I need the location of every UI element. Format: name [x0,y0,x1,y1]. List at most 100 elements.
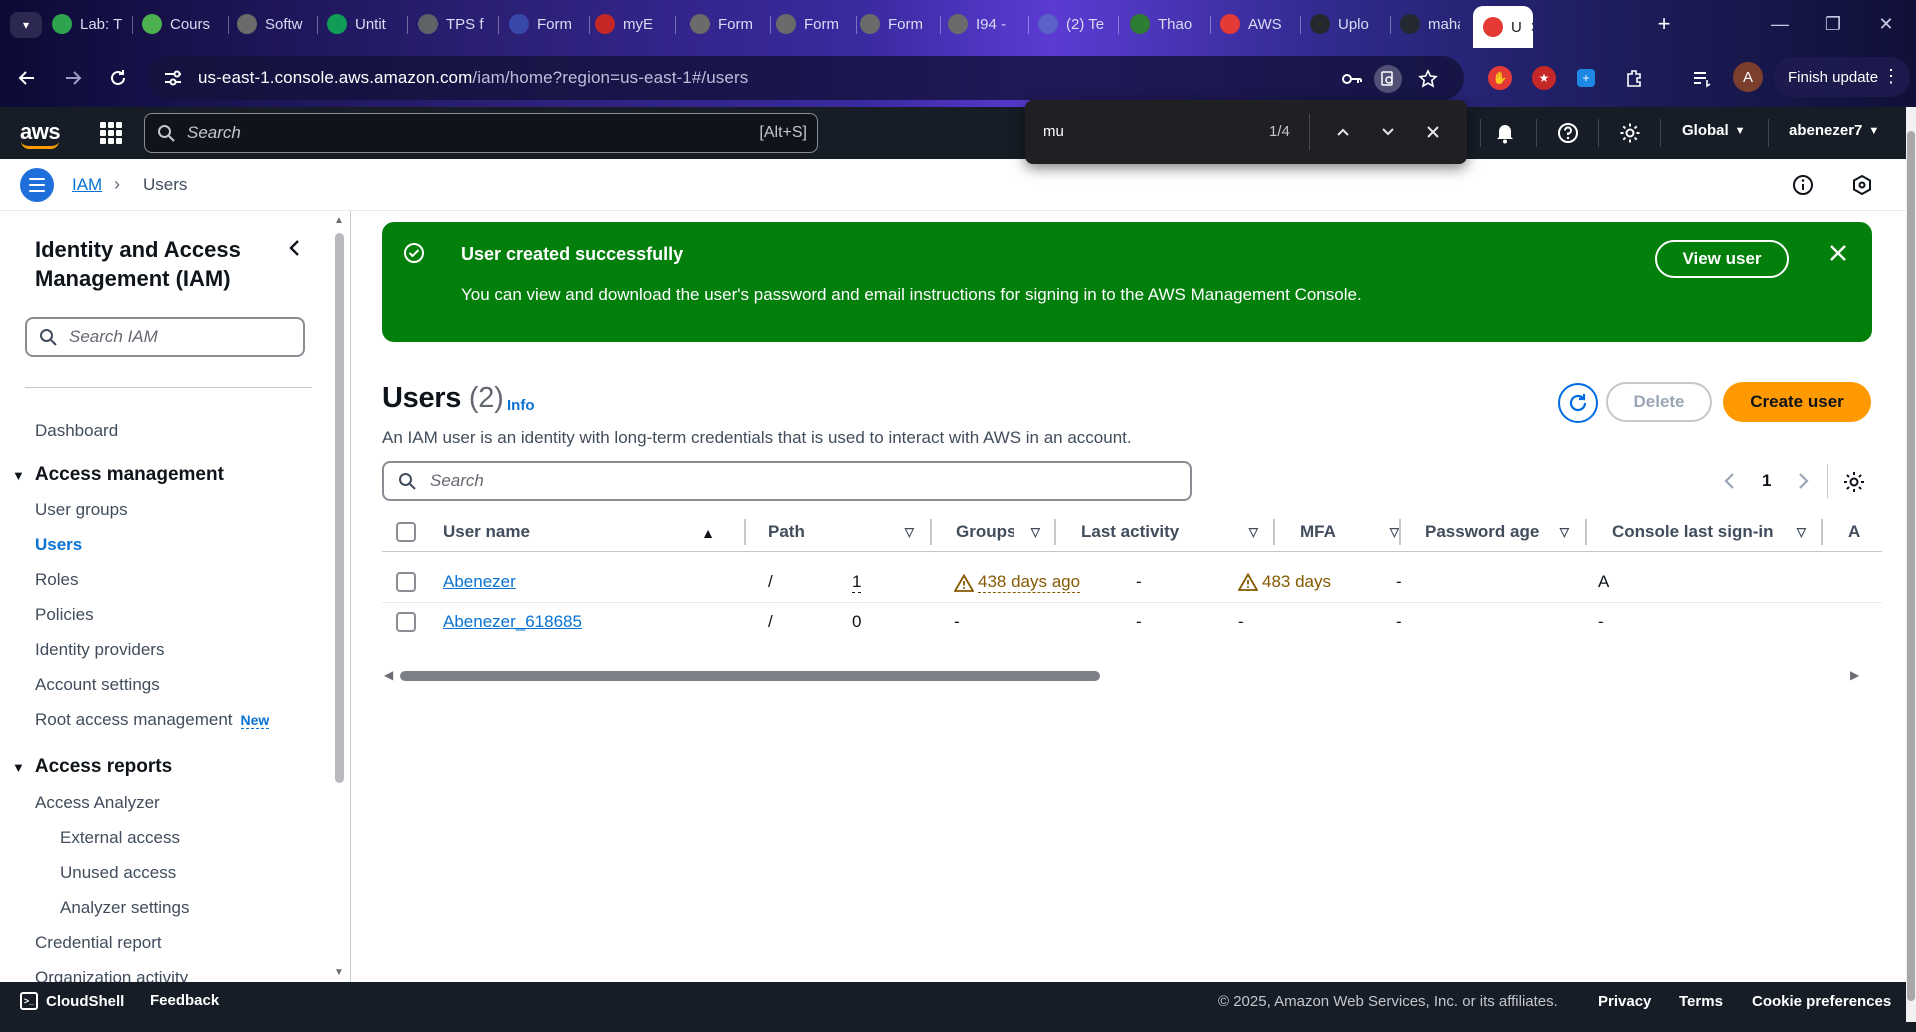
browser-tab[interactable]: Cours [142,10,220,38]
sidebar-item-user-groups[interactable]: User groups [35,500,128,520]
browser-tab[interactable]: Form [690,10,762,38]
bookmark-star-icon[interactable] [1416,67,1440,91]
help-icon[interactable] [1555,120,1581,146]
column-resizer[interactable] [744,519,746,545]
close-icon[interactable] [1826,241,1850,265]
table-horizontal-scrollbar[interactable]: ◀ ▶ [382,668,1882,688]
adblock-extension-icon[interactable]: ✋ [1488,66,1512,90]
find-query-input[interactable]: mu [1043,123,1064,140]
cookie-preferences-link[interactable]: Cookie preferences [1752,993,1891,1010]
column-resizer[interactable] [1054,519,1056,545]
info-link[interactable]: Info [507,397,535,414]
password-key-icon[interactable] [1340,67,1364,91]
user-name-link[interactable]: Abenezer_618685 [443,612,582,632]
sidebar-item-identity-providers[interactable]: Identity providers [35,640,164,660]
page-scroll-thumb[interactable] [1907,131,1915,1001]
privacy-link[interactable]: Privacy [1598,993,1651,1010]
column-resizer[interactable] [1273,519,1275,545]
browser-tab[interactable]: maha [1400,10,1460,38]
browser-tab[interactable]: Lab: T [52,10,124,38]
sidebar-item-credential-report[interactable]: Credential report [35,933,162,953]
users-search-input[interactable]: Search [382,461,1192,501]
puzzle-extension-icon[interactable]: + [1577,69,1595,87]
forward-button[interactable] [57,62,89,94]
sidebar-scrollbar[interactable]: ▲ ▼ [332,211,348,982]
region-selector[interactable]: Global ▼ [1682,122,1746,139]
minimize-button[interactable]: — [1760,10,1800,38]
scroll-down-icon[interactable]: ▼ [334,967,344,978]
browser-tab[interactable]: Form [860,10,932,38]
browser-tab[interactable]: U✕ [1473,6,1533,48]
sidebar-item-organization-activity[interactable]: Organization activity [35,968,188,982]
column-header-password-age[interactable]: Password age ▽ [1425,513,1569,551]
page-number[interactable]: 1 [1762,471,1771,491]
new-tab-button[interactable]: + [1650,10,1678,38]
sidebar-section-access-reports[interactable]: ▼ Access reports [12,756,172,778]
browser-tab[interactable]: Uplo [1310,10,1382,38]
sidebar-item-account-settings[interactable]: Account settings [35,675,160,695]
create-user-button[interactable]: Create user [1723,382,1871,422]
sidebar-item-analyzer-settings[interactable]: Analyzer settings [60,898,189,918]
browser-tab[interactable]: Form [776,10,848,38]
cell-groups[interactable]: 1 [852,572,862,593]
column-resizer[interactable] [1585,519,1587,545]
horizontal-scroll-thumb[interactable] [400,671,1100,681]
select-all-checkbox[interactable] [396,522,416,542]
security-hexagon-icon[interactable] [1850,173,1874,197]
cloudshell-button[interactable]: >_ CloudShell [20,992,124,1010]
sidebar-item-users[interactable]: Users [35,535,82,555]
extensions-icon[interactable] [1622,66,1646,90]
cell-last-activity[interactable]: 438 days ago [954,572,1081,593]
reload-button[interactable] [102,62,134,94]
browser-tab[interactable]: Thao [1130,10,1202,38]
sidebar-scroll-thumb[interactable] [335,233,344,783]
browser-tab[interactable]: Untit [327,10,399,38]
sidebar-item-unused-access[interactable]: Unused access [60,863,176,883]
menu-toggle-button[interactable] [20,168,54,202]
breadcrumb-iam[interactable]: IAM [72,175,102,195]
flag-extension-icon[interactable]: ★ [1532,66,1556,90]
find-in-page-icon[interactable] [1374,65,1402,93]
info-circle-icon[interactable] [1791,173,1815,197]
find-next-button[interactable] [1376,120,1400,144]
page-scrollbar[interactable] [1906,107,1916,1022]
find-previous-button[interactable] [1331,120,1355,144]
finish-update-button[interactable]: Finish update ⋮ [1774,57,1910,97]
close-window-button[interactable]: ✕ [1866,10,1906,38]
tab-search-button[interactable]: ▾ [10,12,42,38]
sidebar-item-root-access-management[interactable]: Root access management New [35,710,270,730]
profile-avatar[interactable]: A [1733,62,1763,92]
account-menu[interactable]: abenezer7 ▼ [1789,122,1879,139]
site-info-icon[interactable] [162,67,184,89]
browser-tab[interactable]: myE [595,10,667,38]
media-controls-icon[interactable] [1690,66,1714,90]
aws-logo[interactable]: aws [20,119,61,149]
back-button[interactable] [11,62,43,94]
feedback-link[interactable]: Feedback [150,992,219,1009]
scroll-up-icon[interactable]: ▲ [334,215,344,226]
browser-tab[interactable]: TPS f [418,10,490,38]
aws-search-input[interactable]: Search [Alt+S] [144,113,818,153]
column-resizer[interactable] [930,519,932,545]
refresh-button[interactable] [1558,383,1598,423]
collapse-sidebar-button[interactable] [284,237,306,259]
close-tab-icon[interactable]: ✕ [1530,19,1533,36]
find-close-button[interactable] [1421,120,1445,144]
user-name-link[interactable]: Abenezer [443,572,516,592]
browser-tab[interactable]: Form [509,10,581,38]
table-settings-gear-icon[interactable] [1842,470,1866,494]
row-checkbox[interactable] [396,572,416,592]
browser-tab[interactable]: AWS [1220,10,1292,38]
chevron-left-icon[interactable] [1720,471,1740,491]
sidebar-item-policies[interactable]: Policies [35,605,94,625]
column-header-mfa[interactable]: MFA ▽ [1300,513,1399,551]
column-header-groups[interactable]: Groups ▽ [956,513,1040,551]
column-header-console-last-signin[interactable]: Console last sign-in ▽ [1612,513,1806,551]
row-checkbox[interactable] [396,612,416,632]
column-header-access-key[interactable]: A [1848,513,1878,551]
view-user-button[interactable]: View user [1655,240,1789,278]
scroll-right-icon[interactable]: ▶ [1850,668,1859,682]
terms-link[interactable]: Terms [1679,993,1723,1010]
column-header-user-name[interactable]: User name ▲ [443,513,725,551]
notifications-bell-icon[interactable] [1492,120,1518,146]
